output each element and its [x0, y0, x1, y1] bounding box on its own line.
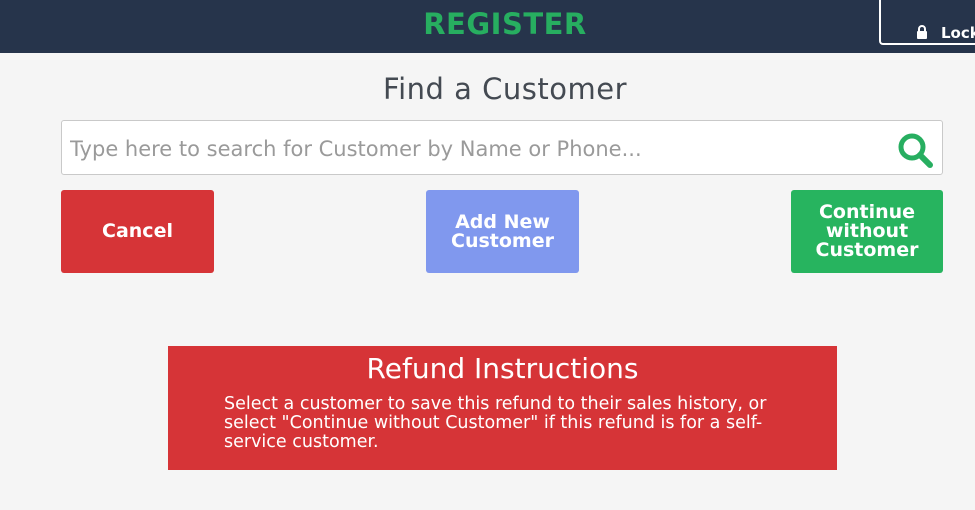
lock-label: Lock — [941, 24, 975, 42]
customer-search-input[interactable] — [68, 121, 882, 176]
lock-icon — [917, 25, 927, 39]
top-bar: REGISTER Lock — [0, 0, 975, 53]
customer-search-box — [61, 120, 943, 176]
app-title: REGISTER — [423, 7, 587, 41]
refund-instructions-panel: Refund Instructions Select a customer to… — [168, 346, 837, 470]
add-new-customer-button[interactable]: Add New Customer — [426, 190, 579, 273]
cancel-button[interactable]: Cancel — [61, 190, 214, 273]
search-icon[interactable] — [896, 131, 934, 169]
continue-without-customer-button[interactable]: Continue without Customer — [791, 190, 943, 273]
refund-instructions-title: Refund Instructions — [366, 352, 639, 385]
lock-button[interactable]: Lock — [879, 0, 975, 45]
page-title: Find a Customer — [383, 72, 627, 106]
refund-instructions-text: Select a customer to save this refund to… — [224, 394, 767, 452]
